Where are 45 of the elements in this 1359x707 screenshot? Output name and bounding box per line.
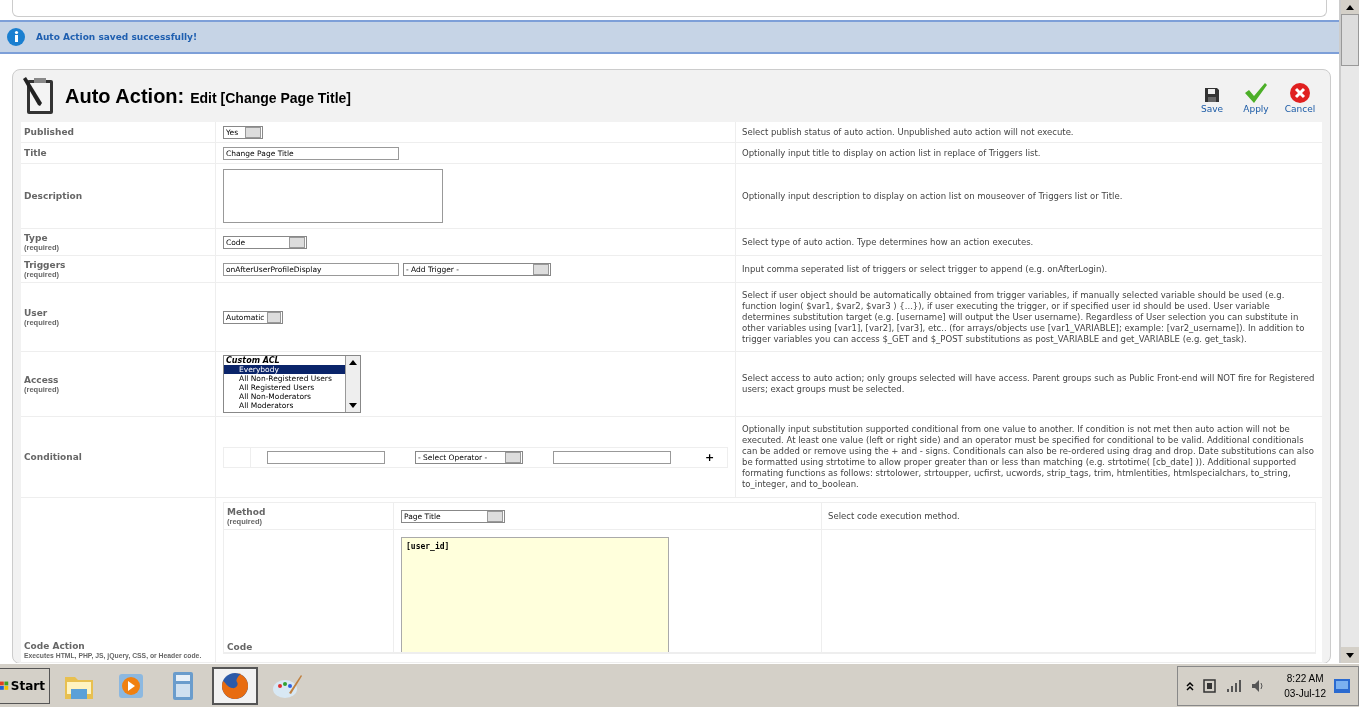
option-group: Custom ACL: [224, 356, 345, 365]
scroll-down-icon[interactable]: [1341, 647, 1359, 663]
checkmark-icon: [1244, 82, 1268, 104]
code-editor[interactable]: [user_id]: [401, 537, 669, 652]
page-subtitle: Edit [Change Page Title]: [190, 90, 351, 106]
field-description: Select if user object should be automatically obtained from trigger variables, if manually selected variable should be used (e.g. function login( $var1, $var2, $var3 ) {...}), if user executing the trigger, or if specified user id should be used. User variable determines substitution target (e.g. [username] will output the User username). Regardless of User selection you can substitute in other variables using [var1], [var2], [var3], etc.. (for arrays/objects use [var1_VARIABLE]; example: [var2_username]). In addition to trigger variables you can access $_GET and $_POST substitutions as post_VARIABLE and get_VARIABLE (e.g. get_task).: [742, 289, 1306, 345]
text-field[interactable]: [553, 450, 671, 464]
start-button[interactable]: Start: [0, 668, 50, 704]
field-description: Select code execution method.: [828, 510, 960, 522]
play-icon: [116, 671, 146, 701]
scroll-thumb[interactable]: [1341, 14, 1359, 66]
field-description: Select publish status of auto action. Unpublished auto action will not execute.: [742, 126, 1074, 138]
field-label: Title: [24, 148, 48, 158]
info-icon: [6, 27, 26, 47]
clock-date: 03-Jul-12: [1284, 687, 1326, 701]
field-description: Select type of auto action. Type determines how an action executes.: [742, 236, 1034, 248]
chevron-up-icon[interactable]: [1186, 681, 1195, 691]
save-icon: [1203, 86, 1221, 104]
field-label: Triggers: [24, 259, 67, 270]
field-description: Optionally input title to display on action list in replace of Triggers list.: [742, 147, 1041, 159]
field-description: Input comma seperated list of triggers or select trigger to append (e.g. onAfterLogin).: [742, 263, 1108, 275]
field-label: Code Action: [24, 641, 86, 651]
taskbar-app[interactable]: [212, 667, 258, 705]
field-description: Optionally input substitution supported conditional from one value to another. If condition is not met then auto action will not be executed. At least one value (left or right side) and an operator must be specified for conditional to be valid. Additional conditionals can be added or remove using the + and - signs. Conditionals can also be re-ordered using drag and drop. Date substitutions can also be formatted using strtotime to allow proper greater than or less than matching (e.g. strtotime( [cb_date] )). Additional supported formating functions as follows: strtolower, strtoupper, ucfirst, ucwords, strip_tags, trim, htmlentities, htmlspecialchars, to_string, to_integer, and to_boolean.: [742, 424, 1315, 490]
calculator-icon: [171, 671, 195, 701]
windows-logo-icon: [0, 679, 9, 693]
textarea-field[interactable]: [223, 169, 443, 223]
clock-time: 8:22 AM: [1286, 672, 1324, 686]
add-button[interactable]: +: [705, 450, 715, 464]
field-label: Conditional: [24, 452, 83, 462]
browser-icon: [220, 671, 250, 701]
success-message: Auto Action saved successfully!: [36, 32, 198, 42]
text-field[interactable]: [267, 450, 385, 464]
field-description: Optionally input description to display on action list on mouseover of Triggers list or Title.: [742, 190, 1123, 202]
signal-icon[interactable]: [1226, 679, 1243, 693]
field-description: Select access to auto action; only groups selected will have access. Parent groups such as Public Front-end will NOT fire for Registered users; exact groups must be selected.: [742, 373, 1316, 395]
page-title: Auto Action:: [65, 84, 185, 108]
field-label: Description: [24, 191, 84, 201]
field-label: Code: [227, 642, 254, 652]
field-label: Method: [227, 506, 267, 517]
cancel-icon: [1289, 82, 1311, 104]
field-label: Published: [24, 127, 75, 137]
field-label: User: [24, 307, 49, 318]
field-label: Access: [24, 374, 60, 385]
field-label: Type: [24, 232, 49, 243]
